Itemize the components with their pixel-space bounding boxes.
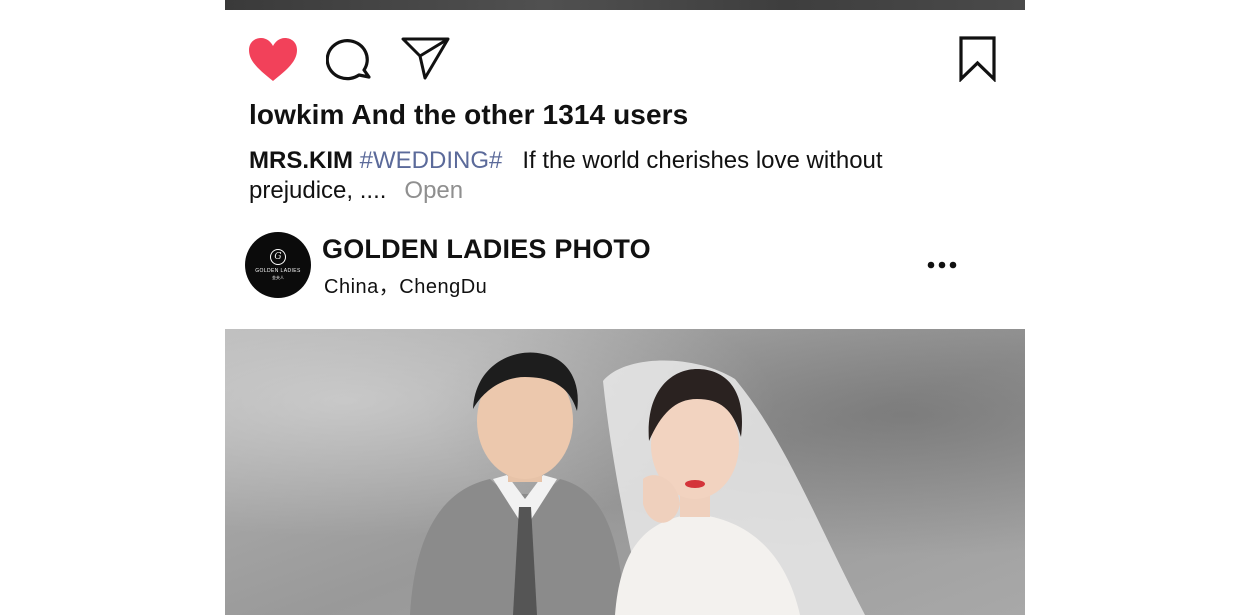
account-location[interactable]: China，ChengDu	[324, 270, 487, 299]
send-icon[interactable]	[401, 37, 451, 81]
post-caption: MRS.KIM #WEDDING# If the world cherishes…	[249, 146, 939, 206]
heart-icon[interactable]	[248, 37, 298, 83]
previous-post-image[interactable]	[225, 0, 1025, 10]
caption-open-link[interactable]: Open	[404, 177, 463, 204]
avatar[interactable]: G GOLDEN LADIES 金夫人	[245, 232, 311, 298]
likes-count[interactable]: lowkim And the other 1314 users	[249, 99, 688, 131]
caption-hashtag[interactable]: #WEDDING#	[360, 147, 503, 174]
avatar-brand: GOLDEN LADIES	[255, 268, 301, 274]
bookmark-icon[interactable]	[958, 36, 998, 82]
more-horizontal-icon[interactable]	[926, 258, 958, 272]
avatar-monogram: G	[270, 249, 286, 265]
post-image[interactable]	[225, 329, 1025, 615]
account-name[interactable]: GOLDEN LADIES PHOTO	[322, 234, 651, 265]
comment-bubble-icon[interactable]	[326, 38, 372, 82]
caption-author[interactable]: MRS.KIM	[249, 147, 353, 174]
wedding-couple-illustration	[410, 352, 865, 615]
avatar-subtitle: 金夫人	[272, 275, 284, 280]
